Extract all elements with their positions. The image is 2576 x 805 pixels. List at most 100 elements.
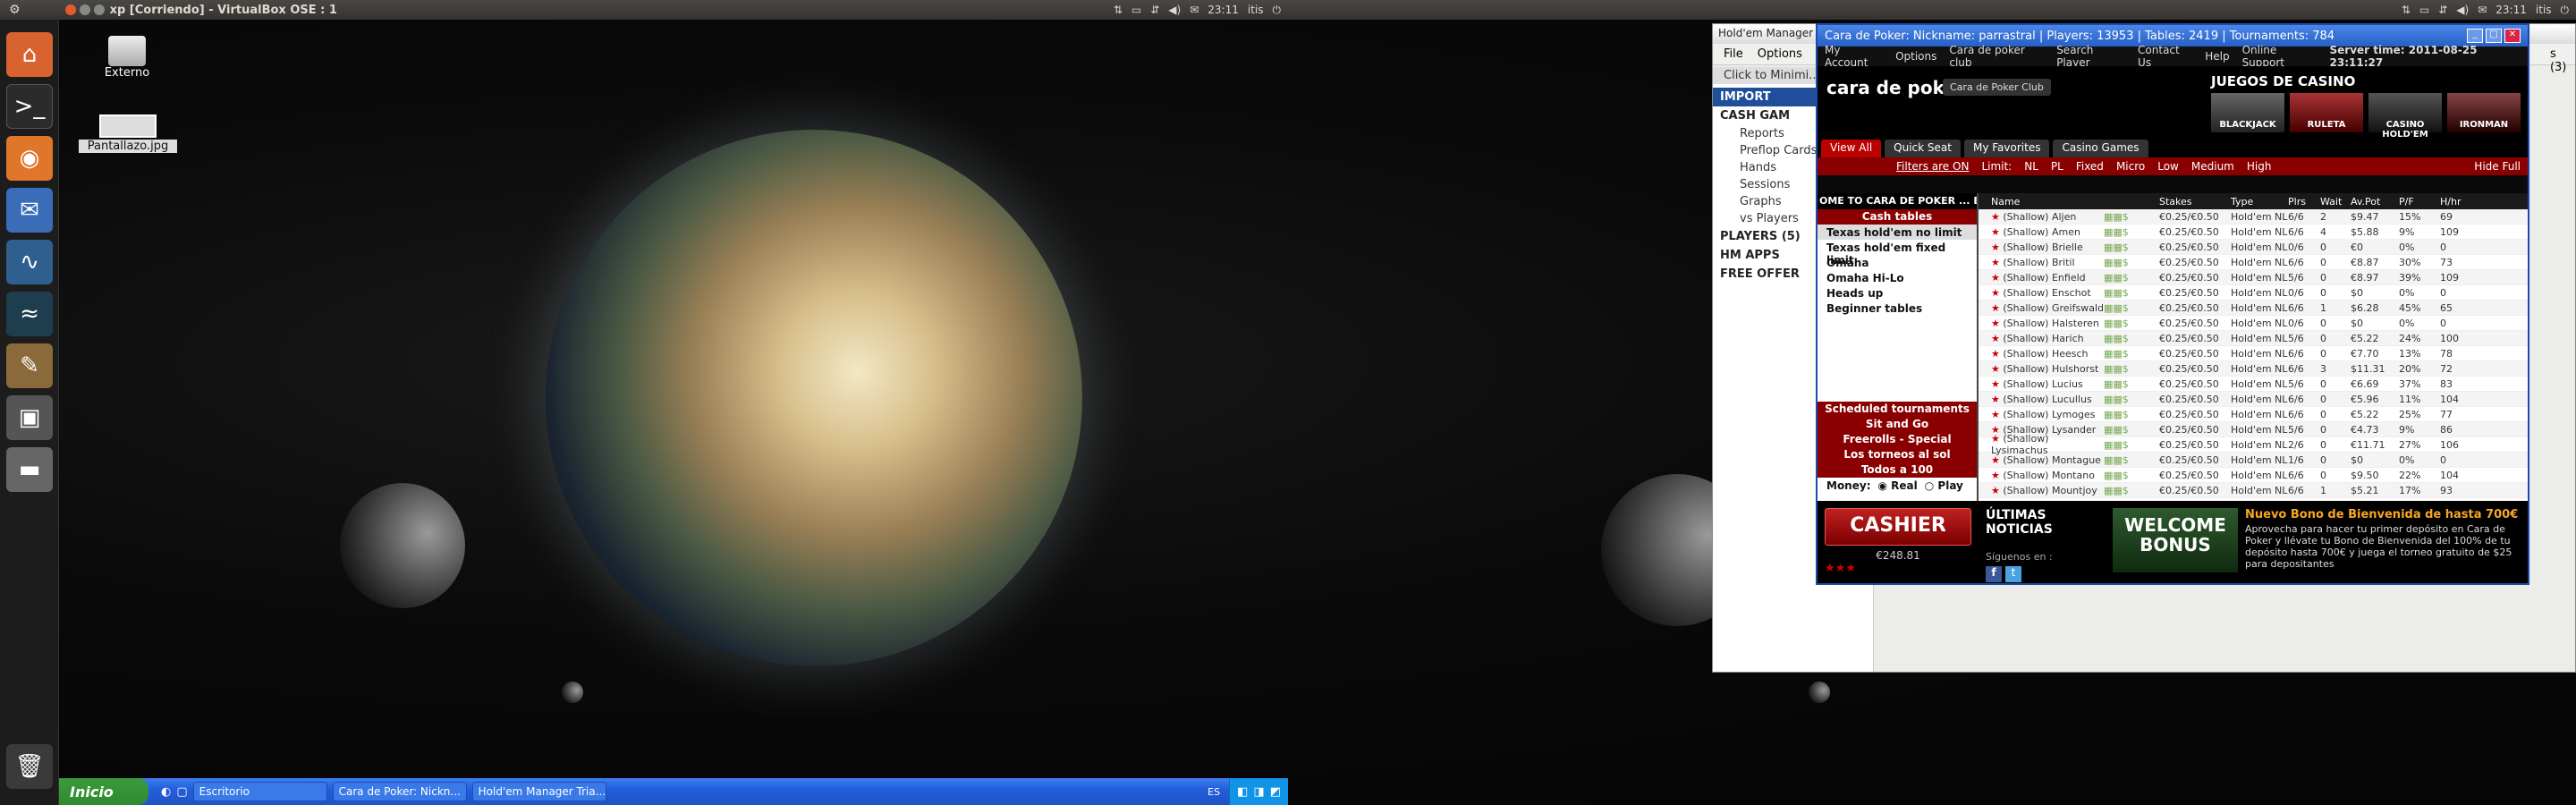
power-icon[interactable]: ⏻ xyxy=(1273,4,1282,17)
ubuntu-logo-icon[interactable]: ⚙ xyxy=(9,3,21,17)
tray-icon[interactable]: ◧ xyxy=(1237,785,1248,799)
casino-ironman[interactable]: IRONMAN xyxy=(2447,93,2521,132)
filter-fixed[interactable]: Fixed xyxy=(2076,160,2104,173)
col-name[interactable]: Name xyxy=(1979,196,2104,208)
table-row[interactable]: ★ (Shallow) Halsteren ▦▦$ €0.25/€0.50 Hold'… xyxy=(1979,316,2528,331)
menu-club[interactable]: Cara de poker club xyxy=(1949,44,2044,69)
mail-icon[interactable]: ✉ xyxy=(1190,4,1199,16)
favorite-star-icon[interactable]: ★ xyxy=(1991,378,2003,390)
filters-status[interactable]: Filters are ON xyxy=(1896,160,1969,173)
language-indicator[interactable]: ES xyxy=(1208,786,1220,798)
table-row[interactable]: ★ (Shallow) Brielle ▦▦$ €0.25/€0.50 Hold'em… xyxy=(1979,240,2528,255)
volume-icon[interactable]: ◀) xyxy=(2456,4,2469,16)
table-row[interactable]: ★ (Shallow) Enschot ▦▦$ €0.25/€0.50 Hold'em… xyxy=(1979,285,2528,301)
favorite-star-icon[interactable]: ★ xyxy=(1991,433,2003,445)
display-icon[interactable]: ▭ xyxy=(1131,4,1141,16)
menu-search-player[interactable]: Search Player xyxy=(2056,44,2125,69)
tourney-scheduled[interactable]: Scheduled tournaments xyxy=(1818,402,1977,417)
favorite-star-icon[interactable]: ★ xyxy=(1991,394,2003,405)
favorite-star-icon[interactable]: ★ xyxy=(1991,242,2003,253)
desktop-icon-externo[interactable]: Externo xyxy=(91,36,163,80)
tab-casino-games[interactable]: Casino Games xyxy=(2053,140,2148,157)
filter-high[interactable]: High xyxy=(2247,160,2272,173)
col-plrs[interactable]: Plrs xyxy=(2288,196,2320,208)
trash-icon[interactable]: 🗑 xyxy=(6,744,53,789)
cat-fl-holdem[interactable]: Texas hold'em fixed limit xyxy=(1818,240,1977,267)
cat-omaha-hilo[interactable]: Omaha Hi-Lo xyxy=(1818,270,1977,285)
favorite-star-icon[interactable]: ★ xyxy=(1991,272,2003,284)
home-folder-icon[interactable]: ⌂ xyxy=(6,32,53,77)
menu-contact-us[interactable]: Contact Us xyxy=(2138,44,2192,69)
favorite-star-icon[interactable]: ★ xyxy=(1991,333,2003,344)
cat-omaha[interactable]: Omaha xyxy=(1818,255,1977,270)
table-row[interactable]: ★ (Shallow) Greifswald ▦▦$ €0.25/€0.50 Hold… xyxy=(1979,301,2528,316)
favorite-star-icon[interactable]: ★ xyxy=(1991,226,2003,238)
favorite-star-icon[interactable]: ★ xyxy=(1991,409,2003,420)
power-icon[interactable]: ⏻ xyxy=(2561,4,2570,17)
hide-full-toggle[interactable]: Hide Full xyxy=(2474,160,2521,173)
col-type[interactable]: Type xyxy=(2231,196,2288,208)
gimp-icon[interactable]: ✎ xyxy=(6,343,53,388)
radio-play[interactable]: ○ Play xyxy=(1925,479,1963,492)
mail-icon[interactable]: ✉ xyxy=(2478,4,2487,16)
favorite-star-icon[interactable]: ★ xyxy=(1991,302,2003,314)
table-row[interactable]: ★ (Shallow) Mountjoy ▦▦$ €0.25/€0.50 Hold'e… xyxy=(1979,483,2528,498)
col-avpot[interactable]: Av.Pot xyxy=(2351,196,2399,208)
menu-help[interactable]: Help xyxy=(2205,50,2229,63)
maximize-window-button[interactable] xyxy=(93,4,105,15)
filter-micro[interactable]: Micro xyxy=(2116,160,2145,173)
menu-my-account[interactable]: My Account xyxy=(1825,44,1883,69)
menu-options[interactable]: Options xyxy=(1895,50,1936,63)
cat-beginner[interactable]: Beginner tables xyxy=(1818,301,1977,316)
casino-ruleta[interactable]: RULETA xyxy=(2290,93,2363,132)
transfer-icon[interactable]: ⇵ xyxy=(2438,4,2447,16)
tab-view-all[interactable]: View All xyxy=(1821,140,1882,157)
desktop-icon-pantallazo[interactable]: Pantallazo.jpg xyxy=(79,114,177,153)
filter-pl[interactable]: PL xyxy=(2051,160,2063,173)
minimize-window-button[interactable] xyxy=(79,4,90,15)
tray-icon[interactable]: ◨ xyxy=(1253,785,1264,799)
favorite-star-icon[interactable]: ★ xyxy=(1991,470,2003,481)
cash-tables-header[interactable]: Cash tables xyxy=(1818,209,1977,225)
task-holdem-manager[interactable]: Hold'em Manager Tria... xyxy=(471,782,606,801)
favorite-star-icon[interactable]: ★ xyxy=(1991,257,2003,268)
terminal-icon[interactable]: >_ xyxy=(6,84,53,129)
hm-tab-right[interactable]: s (3) xyxy=(2550,47,2566,74)
cat-nl-holdem[interactable]: Texas hold'em no limit xyxy=(1818,225,1977,240)
col-pf[interactable]: P/F xyxy=(2399,196,2440,208)
menu-online-support[interactable]: Online Support xyxy=(2242,44,2318,69)
table-row[interactable]: ★ (Shallow) Aljen ▦▦$ €0.25/€0.50 Hold'em N… xyxy=(1979,209,2528,225)
table-row[interactable]: ★ (Shallow) Hulshorst ▦▦$ €0.25/€0.50 Hold'… xyxy=(1979,361,2528,377)
drive-icon[interactable]: ▬ xyxy=(6,447,53,492)
network-icon[interactable]: ⇅ xyxy=(2402,4,2411,16)
user-menu[interactable]: itis xyxy=(1248,4,1264,16)
tab-quick-seat[interactable]: Quick Seat xyxy=(1885,140,1961,157)
favorite-star-icon[interactable]: ★ xyxy=(1991,485,2003,496)
thunderbird-icon[interactable]: ✉ xyxy=(6,188,53,233)
welcome-bonus-banner[interactable]: WELCOME BONUS xyxy=(2113,508,2238,572)
favorite-star-icon[interactable]: ★ xyxy=(1991,348,2003,360)
favorite-star-icon[interactable]: ★ xyxy=(1991,318,2003,329)
close-button[interactable]: ✕ xyxy=(2504,29,2521,43)
hm-menu-options[interactable]: Options xyxy=(1758,47,1802,61)
clock[interactable]: 23:11 xyxy=(1208,4,1239,16)
casino-holdem[interactable]: CASINO HOLD'EM xyxy=(2368,93,2442,140)
filter-nl[interactable]: NL xyxy=(2024,160,2038,173)
cat-heads-up[interactable]: Heads up xyxy=(1818,285,1977,301)
start-button[interactable]: Inicio xyxy=(59,778,148,805)
facebook-icon[interactable]: f xyxy=(1986,566,2002,582)
display-icon[interactable]: ▭ xyxy=(2419,4,2429,16)
hm-menu-file[interactable]: File xyxy=(1724,47,1743,61)
clock[interactable]: 23:11 xyxy=(2496,4,2527,16)
network-icon[interactable]: ⇅ xyxy=(1114,4,1123,16)
cashier-button[interactable]: CASHIER xyxy=(1825,508,1971,546)
tourney-sng[interactable]: Sit and Go xyxy=(1818,417,1977,432)
task-escritorio[interactable]: Escritorio xyxy=(192,782,327,801)
table-row[interactable]: ★ (Shallow) Harich ▦▦$ €0.25/€0.50 Hold'em … xyxy=(1979,331,2528,346)
firefox-icon[interactable]: ◉ xyxy=(6,136,53,181)
col-stakes[interactable]: Stakes xyxy=(2159,196,2231,208)
task-cara-de-poker[interactable]: Cara de Poker: Nickn... xyxy=(332,782,467,801)
table-row[interactable]: ★ (Shallow) Montague ▦▦$ €0.25/€0.50 Hold'e… xyxy=(1979,453,2528,468)
table-row[interactable]: ★ (Shallow) Enfield ▦▦$ €0.25/€0.50 Hold'em… xyxy=(1979,270,2528,285)
tourney-sol[interactable]: Los torneos al sol xyxy=(1818,447,1977,462)
